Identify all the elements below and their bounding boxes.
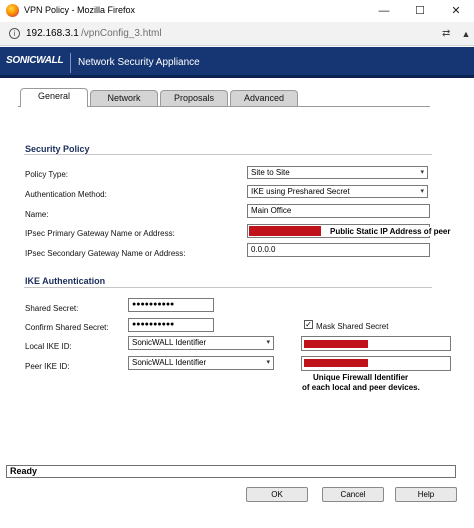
auth-method-value: IKE using Preshared Secret [251, 187, 350, 196]
mask-secret-checkbox[interactable]: ✓ [304, 320, 313, 329]
status-text: Ready [10, 466, 38, 476]
section-divider [24, 287, 432, 288]
cancel-button[interactable]: Cancel [322, 487, 384, 502]
ike-annotation-line1: Unique Firewall Identifier [313, 373, 409, 382]
local-ike-id-value: SonicWALL Identifier [132, 338, 207, 347]
secondary-gateway-label: IPsec Secondary Gateway Name or Address: [25, 249, 186, 258]
chevron-down-icon: ▾ [420, 188, 424, 195]
policy-type-select[interactable]: Site to Site ▾ [247, 166, 428, 179]
ike-annotation-line2: of each local and peer devices. [302, 383, 420, 392]
policy-type-label: Policy Type: [25, 170, 68, 179]
sonicwall-logo: SONICWALL [6, 55, 64, 66]
peer-ike-id-label: Peer IKE ID: [25, 362, 70, 371]
chevron-down-icon: ▾ [266, 339, 270, 346]
tab-advanced[interactable]: Advanced [230, 90, 298, 106]
status-bar [6, 465, 456, 478]
product-title: Network Security Appliance [78, 57, 200, 68]
primary-gateway-label: IPsec Primary Gateway Name or Address: [25, 229, 175, 238]
help-button[interactable]: Help [395, 487, 457, 502]
gateway-annotation: Public Static IP Address of peer [330, 227, 451, 236]
minimize-button[interactable]: — [366, 0, 402, 22]
scroll-up-icon[interactable]: ▲ [459, 24, 473, 44]
firefox-icon [6, 4, 19, 17]
redaction-bar [249, 226, 321, 236]
tab-general[interactable]: General [20, 88, 88, 107]
tab-proposals[interactable]: Proposals [160, 90, 228, 106]
section-divider [24, 154, 432, 155]
window-title: VPN Policy - Mozilla Firefox [24, 5, 136, 15]
section-title-security-policy: Security Policy [25, 144, 90, 154]
name-label: Name: [25, 210, 49, 219]
close-button[interactable]: ✕ [438, 0, 474, 22]
info-icon[interactable]: i [9, 28, 20, 39]
maximize-button[interactable]: ☐ [402, 0, 438, 22]
local-ike-id-select[interactable]: SonicWALL Identifier ▾ [128, 336, 274, 350]
redaction-bar [304, 359, 368, 367]
redaction-bar [304, 340, 368, 348]
tab-network[interactable]: Network [90, 90, 158, 106]
auth-method-select[interactable]: IKE using Preshared Secret ▾ [247, 185, 428, 198]
chevron-down-icon: ▾ [420, 169, 424, 176]
header-banner [0, 47, 474, 78]
confirm-secret-input[interactable]: ●●●●●●●●●● [128, 318, 214, 332]
page-tools-icon[interactable]: ⇄ [442, 28, 450, 39]
mask-secret-label: Mask Shared Secret [316, 322, 389, 331]
policy-type-value: Site to Site [251, 168, 290, 177]
ok-button[interactable]: OK [246, 487, 308, 502]
url-host[interactable]: 192.168.3.1 [26, 28, 79, 39]
peer-ike-id-value: SonicWALL Identifier [132, 358, 207, 367]
local-ike-id-label: Local IKE ID: [25, 342, 72, 351]
auth-method-label: Authentication Method: [25, 190, 107, 199]
section-title-ike-auth: IKE Authentication [25, 276, 106, 286]
shared-secret-input[interactable]: ●●●●●●●●●● [128, 298, 214, 312]
name-input[interactable]: Main Office [247, 204, 430, 218]
peer-ike-id-select[interactable]: SonicWALL Identifier ▾ [128, 356, 274, 370]
confirm-secret-label: Confirm Shared Secret: [25, 323, 109, 332]
chevron-down-icon: ▾ [266, 359, 270, 366]
url-path[interactable]: /vpnConfig_3.html [81, 28, 162, 39]
shared-secret-label: Shared Secret: [25, 304, 79, 313]
secondary-gateway-input[interactable]: 0.0.0.0 [247, 243, 430, 257]
banner-divider [70, 53, 71, 73]
